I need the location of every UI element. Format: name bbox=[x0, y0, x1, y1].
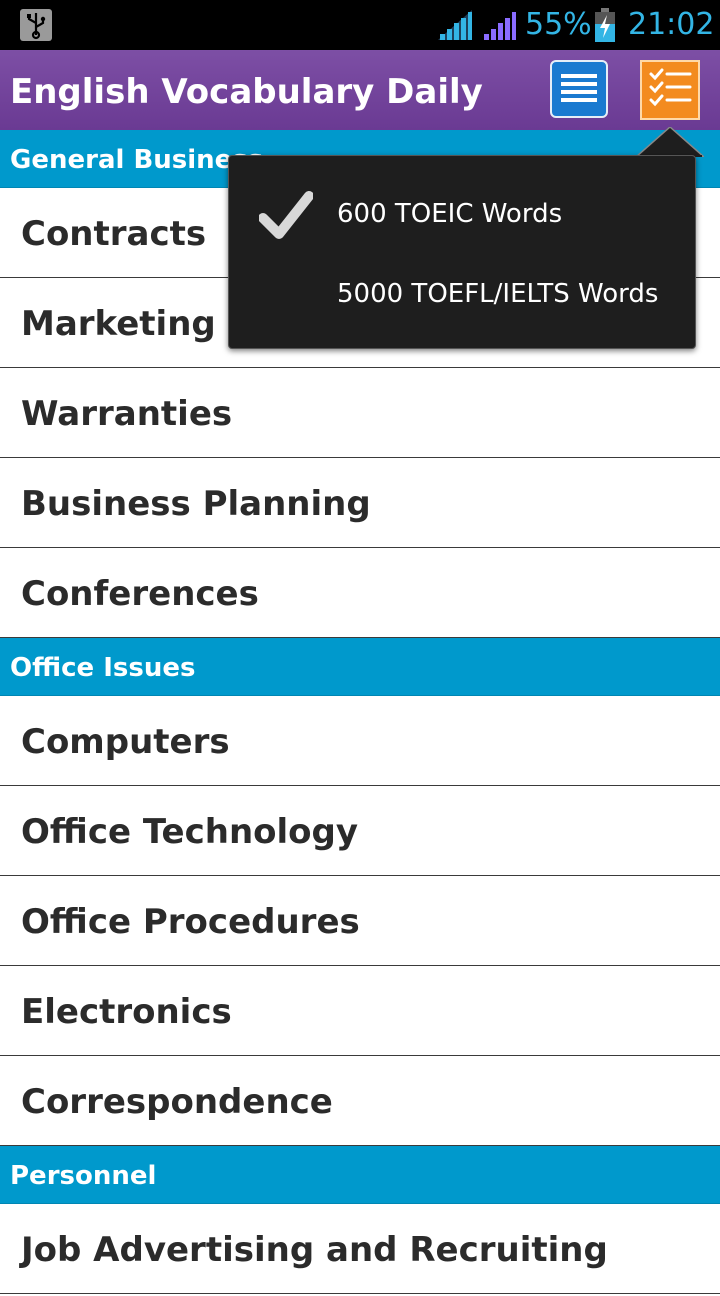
popup-item-label: 5000 TOEFL/IELTS Words bbox=[337, 279, 659, 309]
list-item[interactable]: Computers bbox=[0, 696, 720, 786]
usb-icon bbox=[20, 9, 52, 41]
signal-icon bbox=[438, 10, 472, 40]
list-item[interactable]: Job Advertising and Recruiting bbox=[0, 1204, 720, 1294]
section-header: Personnel bbox=[0, 1146, 720, 1204]
popup-item-toeic[interactable]: 600 TOEIC Words bbox=[229, 174, 695, 254]
status-bar: 55% 21:02 bbox=[0, 0, 720, 50]
menu-icon bbox=[561, 74, 597, 102]
battery-percent: 55% bbox=[525, 7, 592, 42]
checkmark-icon bbox=[259, 191, 313, 239]
word-list-selector-button[interactable] bbox=[640, 60, 700, 120]
action-bar: English Vocabulary Daily bbox=[0, 50, 720, 130]
battery-charging-icon bbox=[595, 8, 615, 42]
list-item[interactable]: Conferences bbox=[0, 548, 720, 638]
popup-item-label: 600 TOEIC Words bbox=[337, 199, 563, 229]
list-item[interactable]: Electronics bbox=[0, 966, 720, 1056]
list-item[interactable]: Business Planning bbox=[0, 458, 720, 548]
checklist-icon bbox=[649, 68, 692, 107]
list-item[interactable]: Office Technology bbox=[0, 786, 720, 876]
clock: 21:02 bbox=[628, 7, 715, 42]
list-item[interactable]: Office Procedures bbox=[0, 876, 720, 966]
signal-icon bbox=[484, 12, 516, 40]
list-item[interactable]: Warranties bbox=[0, 368, 720, 458]
popup-item-toefl-ielts[interactable]: 5000 TOEFL/IELTS Words bbox=[229, 254, 695, 334]
app-title: English Vocabulary Daily bbox=[10, 72, 483, 112]
section-header: Office Issues bbox=[0, 638, 720, 696]
list-item[interactable]: Correspondence bbox=[0, 1056, 720, 1146]
popup-pointer bbox=[636, 127, 704, 157]
menu-button[interactable] bbox=[550, 60, 608, 118]
word-list-popup-menu: 600 TOEIC Words 5000 TOEFL/IELTS Words bbox=[228, 155, 696, 349]
